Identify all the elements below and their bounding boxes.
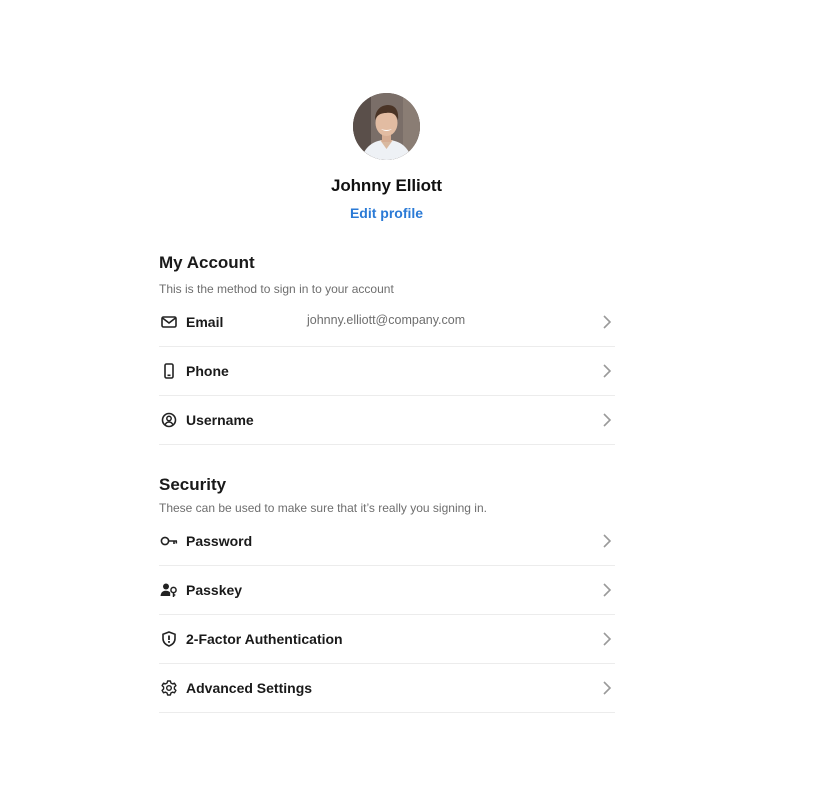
chevron-right-icon (601, 583, 613, 597)
shield-icon (160, 630, 178, 648)
security-section-description: These can be used to make sure that it’s… (159, 501, 487, 515)
security-section-title: Security (159, 475, 227, 494)
chevron-right-icon (601, 364, 613, 378)
mail-icon (160, 313, 178, 331)
chevron-right-icon (601, 681, 613, 695)
passkey-row[interactable]: Passkey (159, 566, 615, 615)
edit-profile-link[interactable]: Edit profile (350, 205, 423, 221)
chevron-right-icon (601, 413, 613, 427)
phone-row[interactable]: Phone (159, 347, 615, 396)
key-icon (160, 532, 178, 550)
user-key-icon (160, 581, 178, 599)
avatar[interactable] (353, 93, 420, 160)
phone-label: Phone (186, 363, 229, 379)
two-factor-row[interactable]: 2-Factor Authentication (159, 615, 615, 664)
password-label: Password (186, 533, 253, 549)
username-row[interactable]: Username (159, 396, 615, 445)
account-section-title: My Account (159, 253, 255, 272)
account-section: My Account This is the method to sign in… (159, 253, 615, 445)
email-value: johnny.elliott@company.com (307, 313, 466, 327)
advanced-settings-label: Advanced Settings (186, 680, 313, 696)
security-section: Security These can be used to make sure … (159, 475, 615, 713)
two-factor-label: 2-Factor Authentication (186, 631, 343, 647)
email-row[interactable]: Email johnny.elliott@company.com (159, 298, 615, 347)
username-label: Username (186, 412, 254, 428)
email-label: Email (186, 314, 224, 330)
account-section-description: This is the method to sign in to your ac… (159, 282, 394, 296)
gear-icon (160, 679, 178, 697)
passkey-label: Passkey (186, 582, 243, 598)
chevron-right-icon (601, 534, 613, 548)
phone-icon (160, 362, 178, 380)
chevron-right-icon (601, 315, 613, 329)
password-row[interactable]: Password (159, 517, 615, 566)
advanced-settings-row[interactable]: Advanced Settings (159, 664, 615, 713)
profile-header: Johnny Elliott Edit profile (0, 93, 773, 223)
user-circle-icon (160, 411, 178, 429)
profile-name: Johnny Elliott (331, 176, 442, 195)
chevron-right-icon (601, 632, 613, 646)
